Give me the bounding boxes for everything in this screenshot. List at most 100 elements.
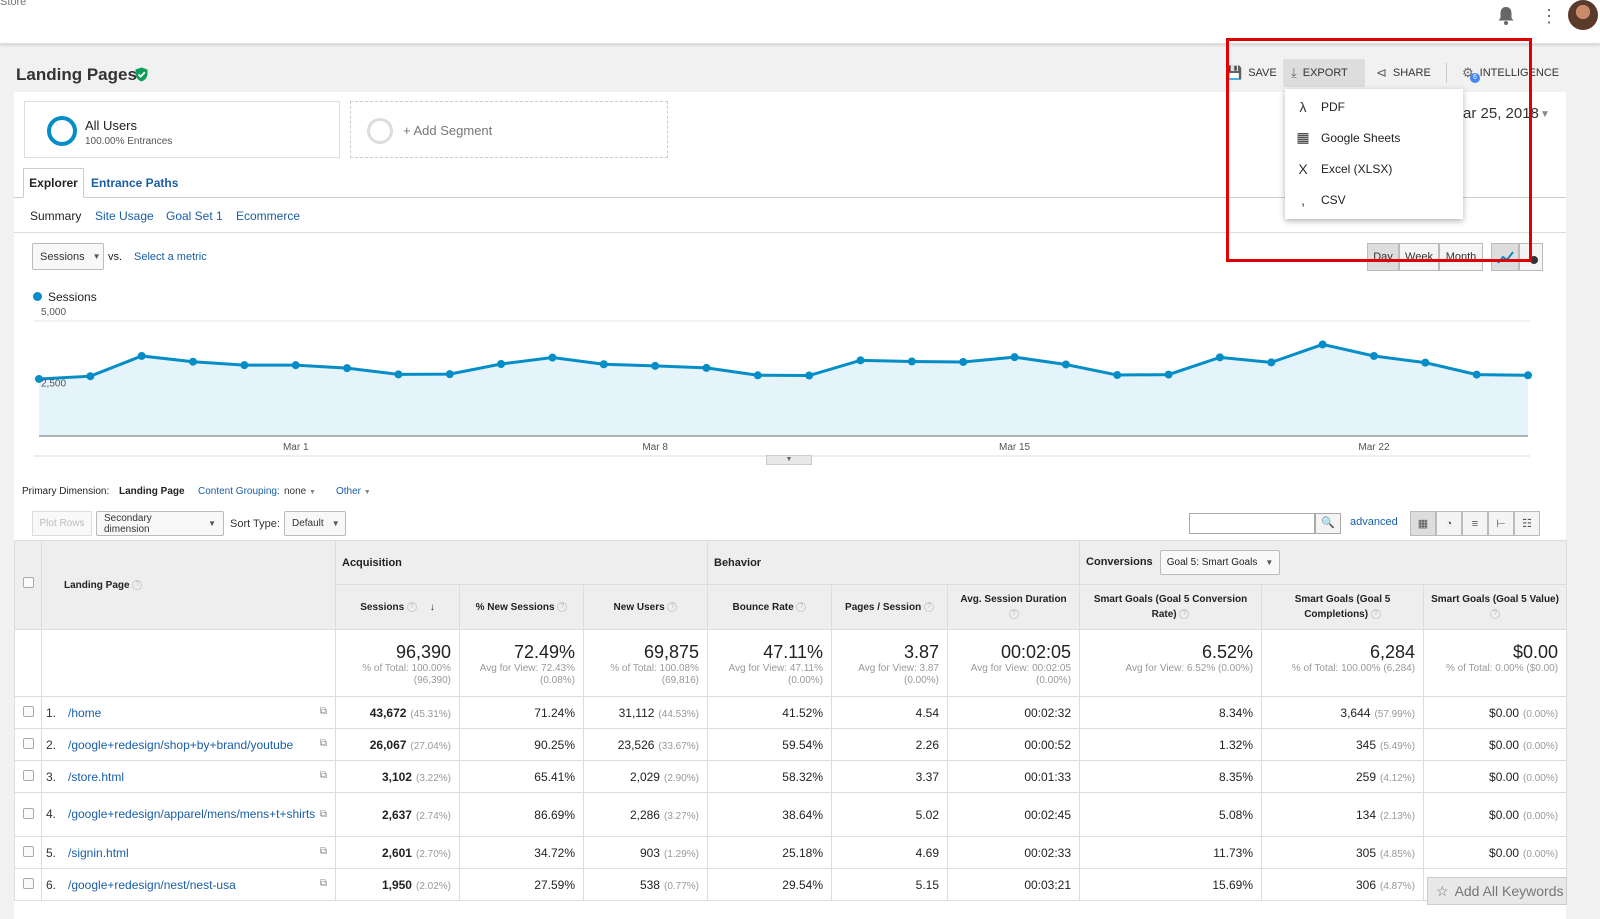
total-sub: Avg for View: 00:02:05 xyxy=(970,663,1072,674)
metric-select[interactable]: Sessions ▼ xyxy=(32,243,104,270)
column-header[interactable]: Smart Goals (Goal 5 Completions) ? xyxy=(1261,584,1425,630)
column-header[interactable]: Smart Goals (Goal 5 Value) ? xyxy=(1423,584,1568,630)
landing-page-link[interactable]: /google+redesign/apparel/mens/mens+t+shi… xyxy=(68,807,315,821)
column-header[interactable]: New Users ? xyxy=(583,584,708,630)
total-sub: (0.00%) xyxy=(903,675,939,686)
goal-value: $0.00 xyxy=(1489,737,1520,752)
add-segment-button[interactable]: + Add Segment xyxy=(350,101,668,158)
help-icon[interactable]: ? xyxy=(1179,609,1190,620)
landing-page-header[interactable]: Landing Page ? xyxy=(41,540,336,630)
column-header[interactable]: Smart Goals (Goal 5 Conversion Rate) ? xyxy=(1079,584,1263,630)
pie-view-icon[interactable]: ◔ xyxy=(1436,511,1462,536)
help-icon[interactable]: ? xyxy=(1008,609,1019,620)
select-all-cell[interactable] xyxy=(14,540,42,630)
completions-pct: (57.99%) xyxy=(1374,708,1416,720)
comparison-view-icon[interactable]: ⊢ xyxy=(1488,511,1514,536)
sessions-pct: (2.74%) xyxy=(415,810,451,822)
pages-per-session: 2.26 xyxy=(915,737,939,752)
open-page-icon[interactable]: ⧉ xyxy=(320,770,327,781)
landing-page-link[interactable]: /store.html xyxy=(68,770,124,784)
secondary-dimension-select[interactable]: Secondary dimension ▼ xyxy=(96,511,224,536)
column-header[interactable]: % New Sessions ? xyxy=(459,584,584,630)
new-users-cell: 23,526 (33.67%) xyxy=(583,728,708,761)
chart-collapse-toggle[interactable]: ▼ xyxy=(766,455,812,465)
landing-page-link[interactable]: /signin.html xyxy=(68,846,129,860)
column-header[interactable]: Bounce Rate ? xyxy=(707,584,832,630)
column-header[interactable]: Pages / Session ? xyxy=(831,584,948,630)
row-checkbox[interactable] xyxy=(22,877,34,889)
select-all-checkbox[interactable] xyxy=(22,577,34,588)
help-icon[interactable]: ? xyxy=(557,601,568,612)
help-icon[interactable]: ? xyxy=(923,601,934,612)
row-checkbox[interactable] xyxy=(22,807,34,819)
row-checkbox[interactable] xyxy=(22,737,34,749)
content-grouping-select[interactable]: none ▼ xyxy=(284,486,316,497)
open-page-icon[interactable]: ⧉ xyxy=(320,878,327,889)
table-row: ⧉ 4. /google+redesign/apparel/mens/mens+t+… xyxy=(14,792,1568,837)
more-options-icon[interactable]: ⋮ xyxy=(1540,6,1558,27)
other-dimension-select[interactable]: Other ▼ xyxy=(336,486,371,497)
chevron-down-icon[interactable]: ▼ xyxy=(1540,109,1550,120)
primary-dimension-landing-page[interactable]: Landing Page xyxy=(119,486,185,497)
subtab-site-usage[interactable]: Site Usage xyxy=(95,209,154,223)
open-page-icon[interactable]: ⧉ xyxy=(320,846,327,857)
help-icon[interactable]: ? xyxy=(132,579,143,590)
subtab-ecommerce[interactable]: Ecommerce xyxy=(236,209,300,223)
pivot-view-icon[interactable]: ☷ xyxy=(1514,511,1540,536)
open-page-icon[interactable]: ⧉ xyxy=(320,706,327,717)
x-tick-label: Mar 8 xyxy=(642,442,668,453)
subtab-summary[interactable]: Summary xyxy=(30,209,81,223)
new-users-pct: (2.90%) xyxy=(663,772,699,784)
row-checkbox[interactable] xyxy=(22,705,34,717)
help-icon[interactable]: ? xyxy=(796,601,807,612)
goal-select[interactable]: Goal 5: Smart Goals ▼ xyxy=(1159,550,1281,575)
open-page-icon[interactable]: ⧉ xyxy=(320,807,327,822)
subtab-goal-set[interactable]: Goal Set 1 xyxy=(166,209,223,223)
goal-value-pct: (0.00%) xyxy=(1523,810,1559,822)
sort-type-select[interactable]: Default ▼ xyxy=(284,511,346,536)
avatar[interactable] xyxy=(1568,0,1598,30)
goal-value-pct: (0.00%) xyxy=(1523,708,1559,720)
help-icon[interactable]: ? xyxy=(406,601,417,612)
help-icon[interactable]: ? xyxy=(1370,609,1381,620)
column-header[interactable]: Avg. Session Duration ? xyxy=(946,584,1081,630)
bounce-rate: 38.64% xyxy=(782,807,823,822)
column-header[interactable]: Sessions ? ↓ xyxy=(335,584,460,630)
tab-explorer[interactable]: Explorer xyxy=(23,168,84,198)
row-checkbox-cell xyxy=(14,868,42,901)
new-users-pct: (3.27%) xyxy=(663,810,699,822)
conversion-rate: 11.73% xyxy=(1213,845,1254,860)
data-point xyxy=(907,357,916,366)
sort-descending-icon[interactable]: ↓ xyxy=(427,602,435,613)
bell-icon[interactable] xyxy=(1497,6,1515,26)
completions: 306 xyxy=(1355,877,1377,892)
segment-all-users[interactable]: All Users 100.00% Entrances xyxy=(24,101,340,158)
help-icon[interactable]: ? xyxy=(1490,609,1501,620)
sessions-cell: 3,102 (3.22%) xyxy=(335,760,460,793)
landing-page-link[interactable]: /google+redesign/nest/nest-usa xyxy=(68,878,236,892)
help-icon[interactable]: ? xyxy=(667,601,678,612)
landing-page-link[interactable]: /home xyxy=(68,706,101,720)
goal-value-cell: $0.00(0.00%) xyxy=(1423,760,1568,793)
total-cell: 72.49% Avg for View: 72.43% (0.08%) xyxy=(459,629,584,697)
search-icon[interactable]: 🔍 xyxy=(1315,513,1341,534)
add-all-keywords-button[interactable]: ☆ Add All Keywords xyxy=(1427,877,1567,905)
row-checkbox[interactable] xyxy=(22,769,34,781)
row-checkbox[interactable] xyxy=(22,845,34,857)
table-search-input[interactable] xyxy=(1189,513,1315,534)
data-point xyxy=(1113,371,1122,380)
advanced-filter-link[interactable]: advanced xyxy=(1350,516,1398,528)
tab-entrance-paths[interactable]: Entrance Paths xyxy=(91,176,178,190)
chevron-down-icon: ▼ xyxy=(208,519,216,528)
bounce-rate: 58.32% xyxy=(782,769,823,784)
content-grouping-label[interactable]: Content Grouping: xyxy=(198,486,280,497)
open-page-icon[interactable]: ⧉ xyxy=(320,738,327,749)
select-metric-link[interactable]: Select a metric xyxy=(134,251,207,263)
pages-per-session: 4.54 xyxy=(915,705,939,720)
landing-page-link[interactable]: /google+redesign/shop+by+brand/youtube xyxy=(68,738,293,752)
new-users: 23,526 xyxy=(617,737,655,752)
performance-view-icon[interactable]: ≡ xyxy=(1462,511,1488,536)
plot-rows-button[interactable]: Plot Rows xyxy=(32,511,92,536)
conversion-rate: 8.35% xyxy=(1219,769,1254,784)
table-view-icon[interactable]: ▦ xyxy=(1410,511,1436,536)
